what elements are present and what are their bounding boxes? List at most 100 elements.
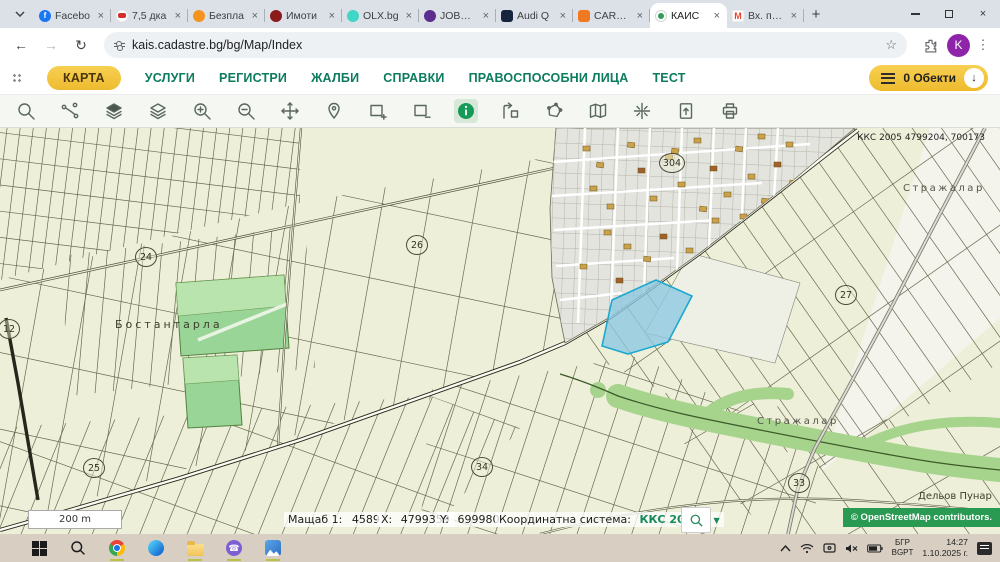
kais-icon <box>655 10 667 22</box>
split-view-tool[interactable] <box>630 99 654 123</box>
nav-uslugi[interactable]: УСЛУГИ <box>145 71 195 85</box>
profile-avatar[interactable]: K <box>947 34 970 57</box>
layers-filled-tool[interactable] <box>102 99 126 123</box>
maximize-button[interactable] <box>932 0 966 28</box>
wifi-icon[interactable] <box>800 543 814 554</box>
address-bar[interactable]: kais.cadastre.bg/bg/Map/Index ☆ <box>104 32 907 58</box>
volume-muted-icon[interactable] <box>845 543 858 554</box>
nav-test[interactable]: ТЕСТ <box>652 71 685 85</box>
objects-pill[interactable]: 0 Обекти ↓ <box>869 65 988 91</box>
facebook-icon: f <box>39 10 51 22</box>
tab-imoti[interactable]: Имоти× <box>265 3 342 28</box>
apps-grid-icon[interactable] <box>12 73 23 84</box>
tray-overflow-button[interactable] <box>780 545 791 552</box>
new-tab-button[interactable]: + <box>804 2 828 26</box>
url-text[interactable]: kais.cadastre.bg/bg/Map/Index <box>132 38 878 52</box>
place-label-bostantarla: Бостантарла <box>115 318 223 331</box>
language-indicator[interactable]: БГР BGPT <box>892 538 914 557</box>
locate-tool[interactable] <box>322 99 346 123</box>
tab-cars[interactable]: CARS.B× <box>573 3 650 28</box>
split-crosshair-icon <box>632 101 652 121</box>
basemap-tool[interactable] <box>586 99 610 123</box>
cadastral-map[interactable]: ККС 2005 4799204, 700173 12 24 26 27 25 … <box>0 128 1000 534</box>
zoom-in-tool[interactable] <box>190 99 214 123</box>
close-icon[interactable]: × <box>712 10 722 22</box>
polygon-icon <box>544 101 564 121</box>
close-icon[interactable]: × <box>789 10 799 22</box>
system-tray: БГР BGPT 14:27 1.10.2025 г. <box>780 537 992 559</box>
close-icon[interactable]: × <box>250 10 260 22</box>
taskbar-clock[interactable]: 14:27 1.10.2025 г. <box>922 537 968 559</box>
close-icon[interactable]: × <box>481 10 491 22</box>
nav-karta[interactable]: КАРТА <box>47 66 121 90</box>
parcel-number-33: 33 <box>788 473 810 493</box>
snap-corner-tool[interactable] <box>498 99 522 123</box>
select-rect-add-tool[interactable] <box>366 99 390 123</box>
reload-button[interactable]: ↻ <box>68 32 94 58</box>
parcel-number-34: 34 <box>471 457 493 477</box>
nav-pravosposobni-litsa[interactable]: ПРАВОСПОСОБНИ ЛИЦА <box>469 71 629 85</box>
layers-tool[interactable] <box>146 99 170 123</box>
taskbar-viber[interactable]: ☎ <box>221 536 247 560</box>
tab-gmail[interactable]: MВх. пощ× <box>727 3 804 28</box>
nav-registri[interactable]: РЕГИСТРИ <box>219 71 287 85</box>
photos-icon <box>265 540 281 556</box>
site-settings-icon[interactable] <box>114 43 125 48</box>
tab-audi[interactable]: Audi Q× <box>496 3 573 28</box>
pan-tool[interactable] <box>278 99 302 123</box>
extensions-icon[interactable] <box>917 32 943 58</box>
layers-filled-icon <box>104 101 124 121</box>
taskbar-photos[interactable] <box>260 536 286 560</box>
minimize-button[interactable] <box>898 0 932 28</box>
cast-display-icon[interactable] <box>823 543 836 554</box>
file-explorer-icon <box>187 544 204 556</box>
bookmark-star-icon[interactable]: ☆ <box>885 37 897 53</box>
forward-button[interactable]: → <box>38 32 64 58</box>
tab-label: Вх. пощ <box>748 10 785 22</box>
close-window-button[interactable]: × <box>966 0 1000 28</box>
tab-label: OLX.bg <box>363 10 400 22</box>
select-rect-remove-tool[interactable] <box>410 99 434 123</box>
close-icon[interactable]: × <box>558 10 568 22</box>
taskbar-explorer[interactable] <box>182 536 208 560</box>
close-icon[interactable]: × <box>96 10 106 22</box>
info-tool-active[interactable] <box>454 99 478 123</box>
map-toolbar <box>0 95 1000 128</box>
polygon-tool[interactable] <box>542 99 566 123</box>
tab-olx[interactable]: OLX.bg × <box>342 3 419 28</box>
route-nodes-icon <box>60 101 80 121</box>
notifications-icon[interactable] <box>977 542 992 555</box>
taskbar-edge[interactable] <box>143 536 169 560</box>
browser-menu-icon[interactable]: ⋮ <box>974 37 992 53</box>
export-tool[interactable] <box>674 99 698 123</box>
tab-facebook[interactable]: fFacebo× <box>34 3 111 28</box>
crs-dropdown-icon[interactable]: ▼ <box>713 516 719 525</box>
taskbar-chrome[interactable] <box>104 536 130 560</box>
close-icon[interactable]: × <box>635 10 645 22</box>
tab-kais-active[interactable]: КАИС× <box>650 3 727 28</box>
back-button[interactable]: ← <box>8 32 34 58</box>
taskbar-search-button[interactable] <box>65 536 91 560</box>
statusbar-search-button[interactable] <box>681 507 711 533</box>
zoom-in-icon <box>192 101 212 121</box>
objects-download-button[interactable]: ↓ <box>964 68 984 88</box>
print-tool[interactable] <box>718 99 742 123</box>
osm-attribution[interactable]: © OpenStreetMap contributors. <box>843 508 1000 527</box>
tab-bezpla[interactable]: Безпла× <box>188 3 265 28</box>
close-icon[interactable]: × <box>173 10 183 22</box>
nav-spravki[interactable]: СПРАВКИ <box>383 71 444 85</box>
map-search-tool[interactable] <box>14 99 38 123</box>
battery-icon[interactable] <box>867 544 883 553</box>
route-tool[interactable] <box>58 99 82 123</box>
zoom-out-tool[interactable] <box>234 99 258 123</box>
nav-zhalbi[interactable]: ЖАЛБИ <box>311 71 359 85</box>
corner-arrow-icon <box>500 101 520 121</box>
tab-search-button[interactable] <box>8 3 32 25</box>
tab-7-5-dka[interactable]: 7,5 дка× <box>111 3 188 28</box>
rect-plus-icon <box>368 101 388 121</box>
place-label-strazhalar-bottom: Стражалар <box>757 416 839 427</box>
close-icon[interactable]: × <box>327 10 337 22</box>
close-icon[interactable]: × <box>404 10 414 22</box>
start-button[interactable] <box>26 536 52 560</box>
tab-jobs[interactable]: JOBS.B× <box>419 3 496 28</box>
